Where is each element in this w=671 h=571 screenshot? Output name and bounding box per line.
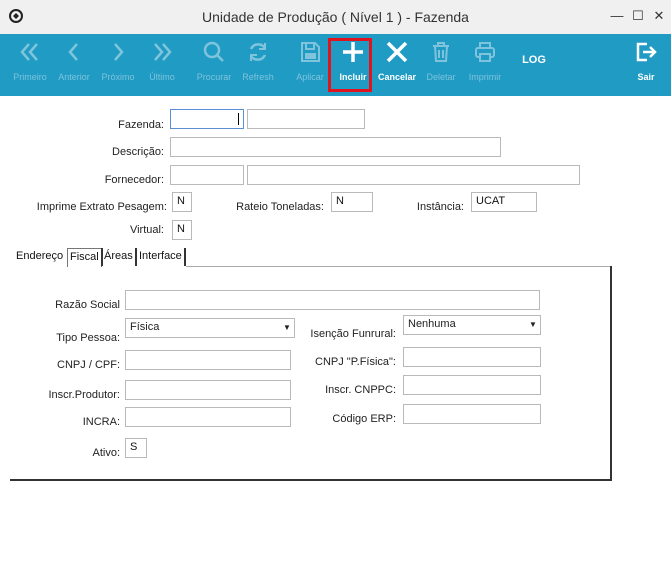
sair-button[interactable]: Sair — [619, 34, 671, 96]
inscr-produtor-label: Inscr.Produtor: — [48, 389, 120, 401]
isencao-funrural-select[interactable]: Nenhuma ▼ — [403, 315, 541, 335]
title-bar: Unidade de Produção ( Nível 1 ) - Fazend… — [0, 0, 671, 35]
cnpj-cpf-input[interactable] — [125, 350, 291, 370]
cnpj-pfisica-input[interactable] — [403, 347, 541, 367]
tab-areas[interactable]: Áreas — [104, 248, 133, 266]
razao-social-input[interactable] — [125, 290, 540, 310]
sair-label: Sair — [637, 72, 655, 82]
codigo-erp-input[interactable] — [403, 404, 541, 424]
descricao-label: Descrição: — [112, 146, 164, 158]
isencao-funrural-label: Isenção Funrural: — [310, 328, 396, 340]
double-chevron-left-icon — [20, 43, 38, 61]
rateio-toneladas-label: Rateio Toneladas: — [236, 201, 324, 213]
log-button[interactable]: LOG — [510, 54, 558, 66]
razao-social-label: Razão Social — [55, 299, 120, 311]
fornecedor-name-input[interactable] — [247, 165, 580, 185]
incra-label: INCRA: — [82, 416, 120, 428]
minimize-button[interactable]: — — [608, 7, 626, 25]
chevron-down-icon[interactable]: ▼ — [280, 319, 294, 337]
refresh-icon — [249, 43, 267, 61]
window-title: Unidade de Produção ( Nível 1 ) - Fazend… — [202, 9, 469, 25]
imprime-extrato-input[interactable]: N — [172, 192, 192, 212]
virtual-label: Virtual: — [129, 224, 164, 236]
tipo-pessoa-select[interactable]: Física ▼ — [125, 318, 295, 338]
cnpj-cpf-label: CNPJ / CPF: — [57, 359, 120, 371]
exit-icon — [636, 42, 657, 62]
codigo-erp-label: Código ERP: — [332, 413, 396, 425]
double-chevron-right-icon — [154, 43, 172, 61]
close-icon — [386, 41, 408, 63]
fazenda-code-input[interactable] — [170, 109, 244, 129]
trash-icon — [433, 42, 449, 62]
instancia-label: Instância: — [416, 201, 464, 213]
inscr-cnppc-label: Inscr. CNPPC: — [325, 384, 396, 396]
imprime-extrato-label: Imprime Extrato Pesagem: — [36, 201, 167, 213]
fornecedor-label: Fornecedor: — [104, 174, 164, 186]
chevron-left-icon — [68, 43, 78, 61]
maximize-button[interactable]: ☐ — [629, 7, 647, 25]
imprimir-button[interactable]: Imprimir — [458, 34, 512, 96]
tipo-pessoa-label: Tipo Pessoa: — [56, 332, 120, 344]
tab-fiscal[interactable]: Fiscal — [67, 248, 102, 267]
tab-separator — [135, 248, 137, 266]
fornecedor-code-input[interactable] — [170, 165, 244, 185]
fazenda-name-input[interactable] — [247, 109, 365, 129]
ultimo-button[interactable]: Último — [135, 34, 189, 96]
isencao-funrural-value: Nenhuma — [408, 318, 456, 330]
tab-endereco[interactable]: Endereço — [16, 248, 63, 266]
inscr-produtor-input[interactable] — [125, 380, 291, 400]
close-window-button[interactable]: ✕ — [650, 7, 668, 25]
chevron-right-icon — [114, 43, 124, 61]
ativo-input[interactable]: S — [125, 438, 147, 458]
chevron-down-icon[interactable]: ▼ — [526, 316, 540, 334]
tab-separator — [101, 248, 103, 266]
tab-separator — [184, 248, 186, 266]
printer-icon — [475, 42, 495, 62]
toolbar: Primeiro Anterior Próximo Último Procura… — [0, 34, 671, 96]
search-icon — [203, 41, 224, 62]
instancia-input[interactable]: UCAT — [471, 192, 537, 212]
cnpj-pfisica-label: CNPJ "P.Física": — [315, 356, 396, 368]
tab-interface[interactable]: Interface — [139, 248, 182, 266]
imprimir-label: Imprimir — [468, 72, 502, 82]
refresh-button[interactable]: Refresh — [231, 34, 285, 96]
text-caret — [238, 113, 239, 125]
save-icon — [301, 42, 320, 62]
plus-icon — [343, 42, 363, 62]
incra-input[interactable] — [125, 407, 291, 427]
virtual-input[interactable]: N — [172, 220, 192, 240]
inscr-cnppc-input[interactable] — [403, 375, 541, 395]
rateio-toneladas-input[interactable]: N — [331, 192, 373, 212]
fazenda-label: Fazenda: — [118, 119, 164, 131]
ativo-label: Ativo: — [92, 447, 120, 459]
descricao-input[interactable] — [170, 137, 501, 157]
tipo-pessoa-value: Física — [130, 321, 160, 333]
